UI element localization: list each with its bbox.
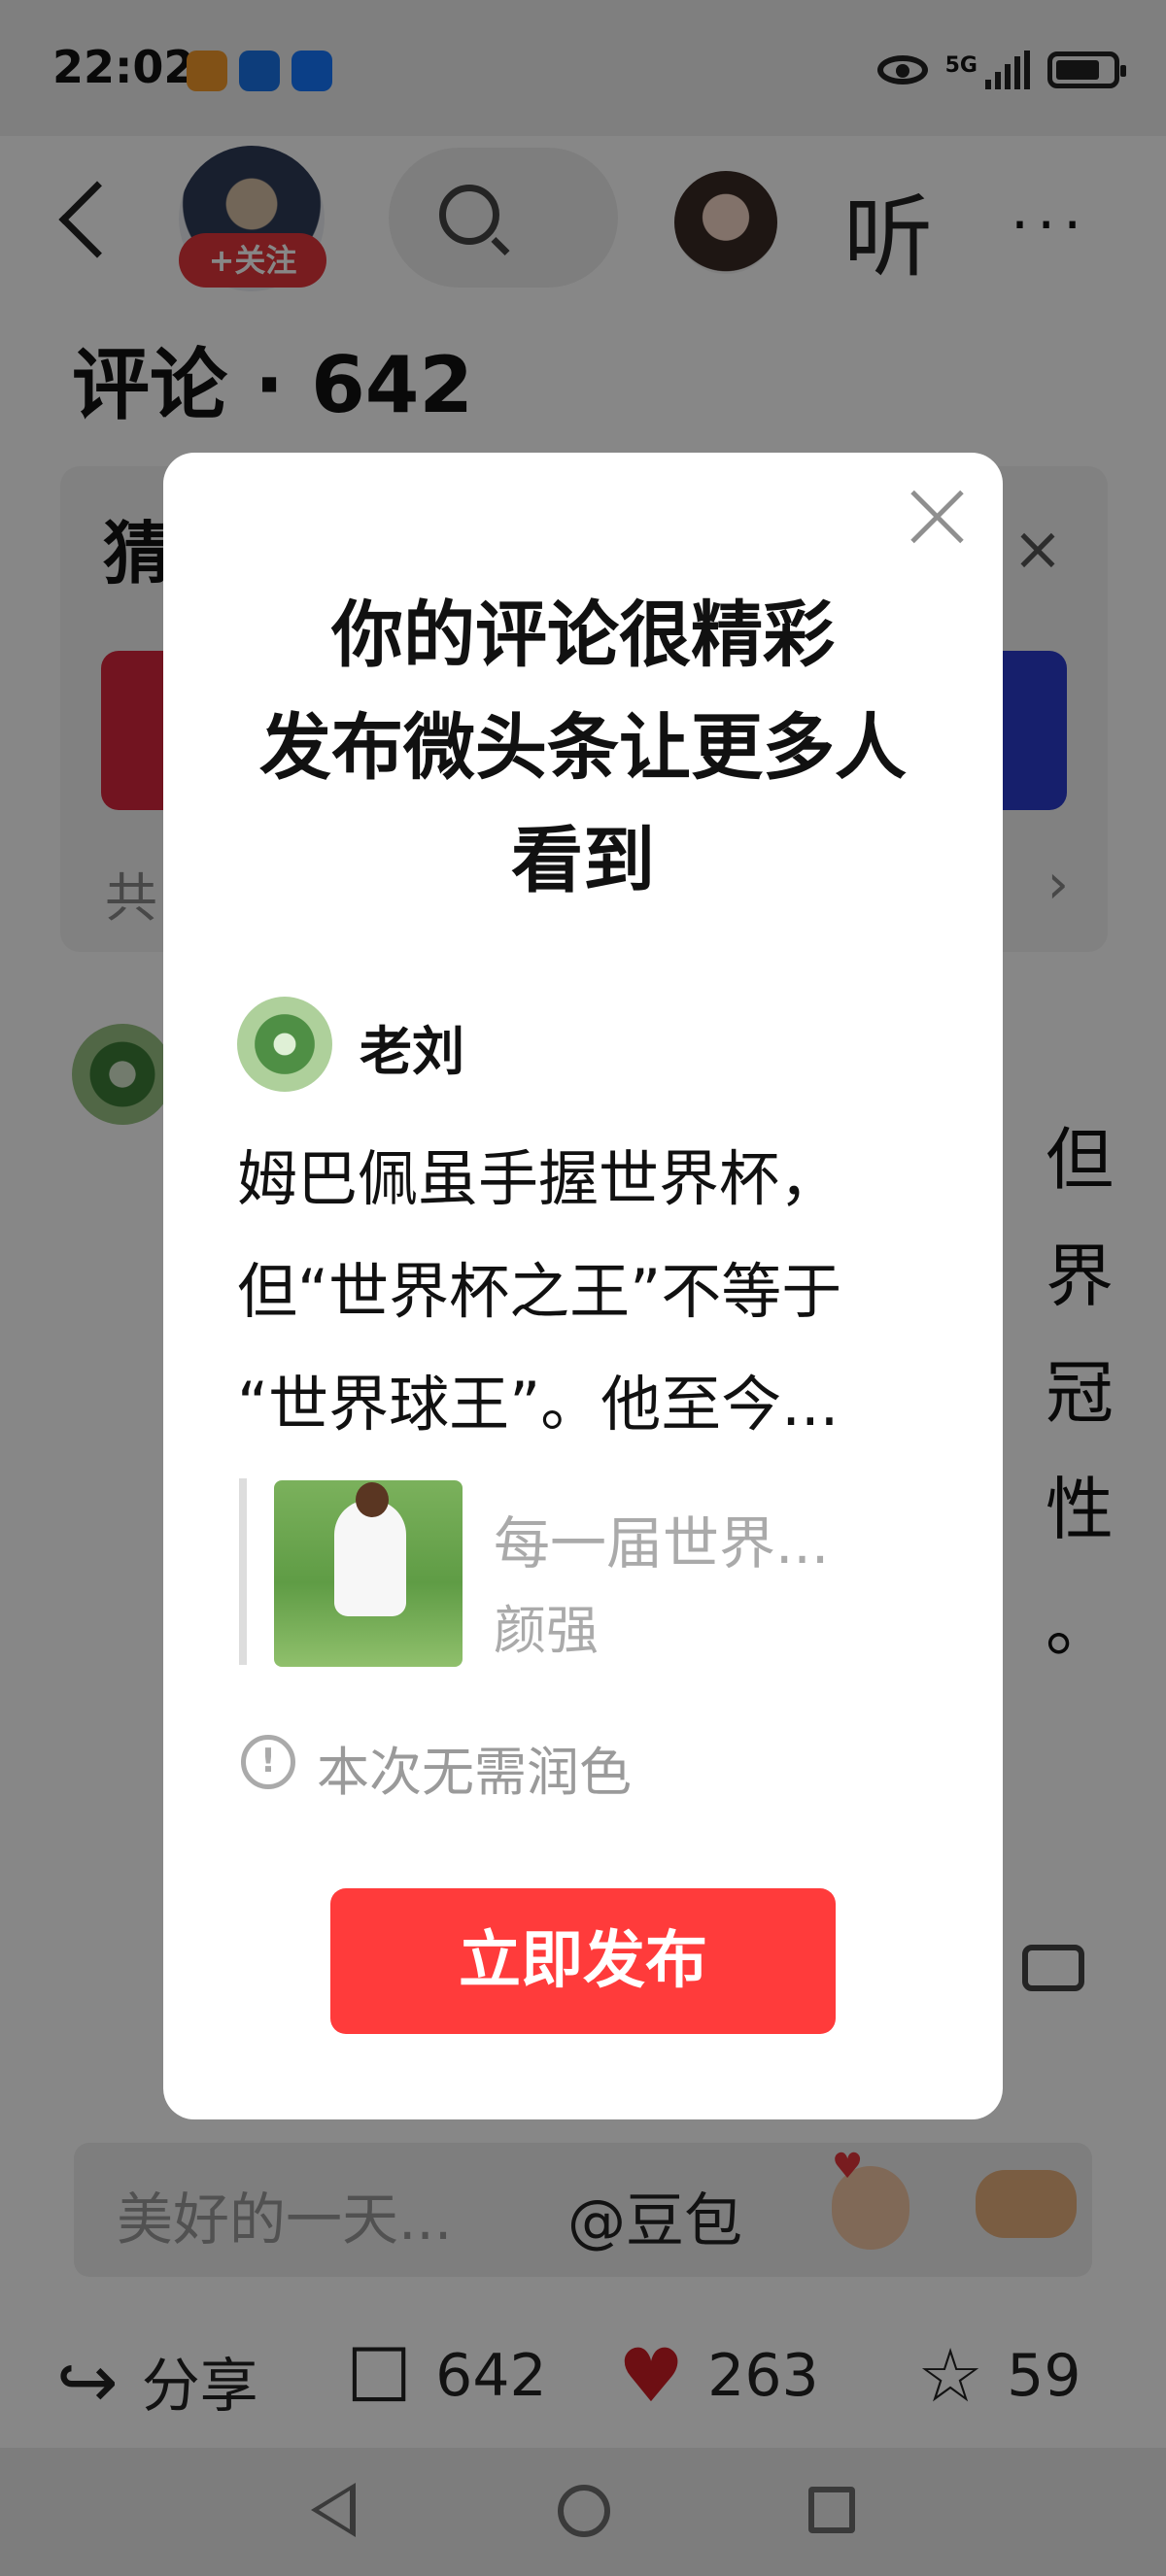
nav-recent-apps-icon[interactable]	[808, 2487, 855, 2533]
comment-preview: 姆巴佩虽手握世界杯， 但“世界杯之王”不等于 “世界球王”。他至今...	[237, 1143, 842, 1440]
player-head	[356, 1482, 389, 1517]
info-icon: !	[241, 1735, 295, 1789]
user-avatar	[237, 997, 332, 1092]
quote-bar	[239, 1478, 247, 1665]
user-name: 老刘	[360, 1021, 464, 1082]
nav-back-icon[interactable]	[311, 2483, 356, 2537]
close-icon[interactable]	[908, 488, 966, 546]
nav-home-icon[interactable]	[558, 2485, 610, 2537]
publish-now-button[interactable]: 立即发布	[330, 1888, 836, 2034]
article-author: 颜强	[494, 1600, 599, 1661]
publish-dialog: 你的评论很精彩 发布微头条让更多人 看到 老刘 姆巴佩虽手握世界杯， 但“世界杯…	[163, 453, 1003, 2119]
article-thumbnail	[274, 1480, 463, 1667]
polish-notice: 本次无需润色	[317, 1742, 632, 1803]
system-nav-bar	[0, 2448, 1166, 2576]
dialog-title: 你的评论很精彩 发布微头条让更多人 看到	[259, 593, 907, 902]
player-figure	[334, 1500, 406, 1616]
article-title: 每一届世界...	[494, 1510, 830, 1576]
